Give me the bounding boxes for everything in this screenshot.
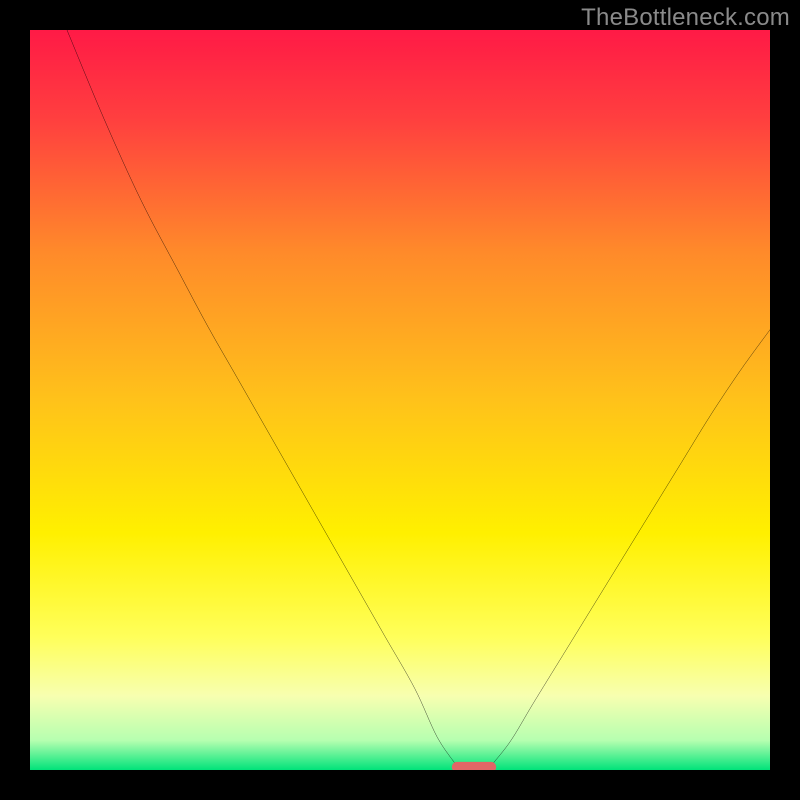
chart-frame: TheBottleneck.com <box>0 0 800 800</box>
plot-background <box>30 30 770 770</box>
bottleneck-marker <box>452 762 496 770</box>
bottleneck-chart <box>30 30 770 770</box>
watermark-text: TheBottleneck.com <box>581 4 790 32</box>
